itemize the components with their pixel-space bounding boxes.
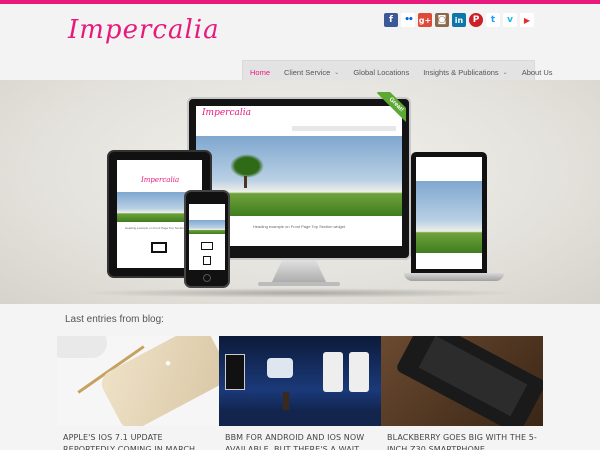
laptop-device-image (411, 152, 487, 274)
chevron-down-icon: ⌄ (502, 70, 508, 76)
great-ribbon: Great! (376, 92, 406, 122)
blog-entry-title[interactable]: BLACKBERRY GOES BIG WITH THE 5-INCH Z30 … (387, 432, 539, 450)
blog-thumbnail[interactable]: ● (57, 336, 219, 426)
blog-entry-title[interactable]: APPLE'S IOS 7.1 UPDATE REPORTEDLY COMING… (63, 432, 215, 450)
nav-item-label: About Us (521, 68, 553, 77)
laptop-base (404, 273, 504, 281)
phone-photo (225, 354, 245, 390)
home-button (203, 274, 211, 282)
monitor-stand-base (258, 282, 340, 286)
apple-icon: ● (165, 358, 172, 369)
tree-trunk (244, 176, 247, 188)
blog-section-heading: Last entries from blog: (65, 314, 164, 325)
landscape-image (189, 220, 225, 234)
social-icons: f •• g+ ◙ in P t v ▶ (384, 13, 534, 27)
device-shadow (80, 288, 520, 298)
stage-floor (219, 410, 381, 426)
phone-photo (97, 336, 219, 426)
facebook-icon[interactable]: f (384, 13, 398, 27)
bbm-logo (267, 358, 293, 378)
google-plus-icon[interactable]: g+ (418, 13, 432, 27)
ribbon-label: Great! (376, 92, 406, 122)
monitor-icon (151, 242, 167, 253)
twitter-icon[interactable]: t (486, 13, 500, 27)
linkedin-icon[interactable]: in (452, 13, 466, 27)
flickr-icon[interactable]: •• (401, 13, 415, 27)
nav-item-label: Client Service (284, 68, 331, 77)
nav-item-label: Global Locations (353, 68, 410, 77)
instagram-icon[interactable]: ◙ (435, 13, 449, 27)
blog-thumbnail[interactable] (381, 336, 543, 426)
mini-logo: Impercalia (202, 108, 252, 118)
vimeo-icon[interactable]: v (503, 13, 517, 27)
phone-screen (189, 204, 225, 270)
youtube-icon[interactable]: ▶ (520, 13, 534, 27)
chevron-down-icon: ⌄ (334, 70, 340, 76)
phone-device-image (184, 190, 230, 288)
phone-photo (323, 352, 343, 392)
site-logo[interactable]: Impercalia (68, 15, 220, 45)
cup-shape (57, 336, 107, 358)
landscape-image (416, 181, 482, 253)
laptop-screen (416, 157, 482, 269)
blog-card[interactable]: BBM FOR ANDROID AND IOS NOW AVAILABLE, B… (219, 336, 381, 450)
presenter-figure (283, 392, 289, 412)
pinterest-icon[interactable]: P (469, 13, 483, 27)
nav-item-label: Home (250, 68, 271, 77)
tree-image (230, 154, 264, 178)
nav-item-label: Insights & Publications (423, 68, 499, 77)
blog-entries: ● APPLE'S IOS 7.1 UPDATE REPORTEDLY COMI… (57, 336, 543, 450)
tablet-icon (203, 256, 211, 265)
mini-nav (292, 126, 396, 131)
blog-card[interactable]: BLACKBERRY GOES BIG WITH THE 5-INCH Z30 … (381, 336, 543, 450)
blog-card[interactable]: ● APPLE'S IOS 7.1 UPDATE REPORTEDLY COMI… (57, 336, 219, 450)
blog-thumbnail[interactable] (219, 336, 381, 426)
phone-photo (349, 352, 369, 392)
mini-logo: Impercalia (141, 176, 180, 184)
monitor-icon (201, 242, 213, 250)
site-header: Impercalia f •• g+ ◙ in P t v ▶ Home Cli… (0, 4, 600, 84)
blog-entry-title[interactable]: BBM FOR ANDROID AND IOS NOW AVAILABLE, B… (225, 432, 377, 450)
